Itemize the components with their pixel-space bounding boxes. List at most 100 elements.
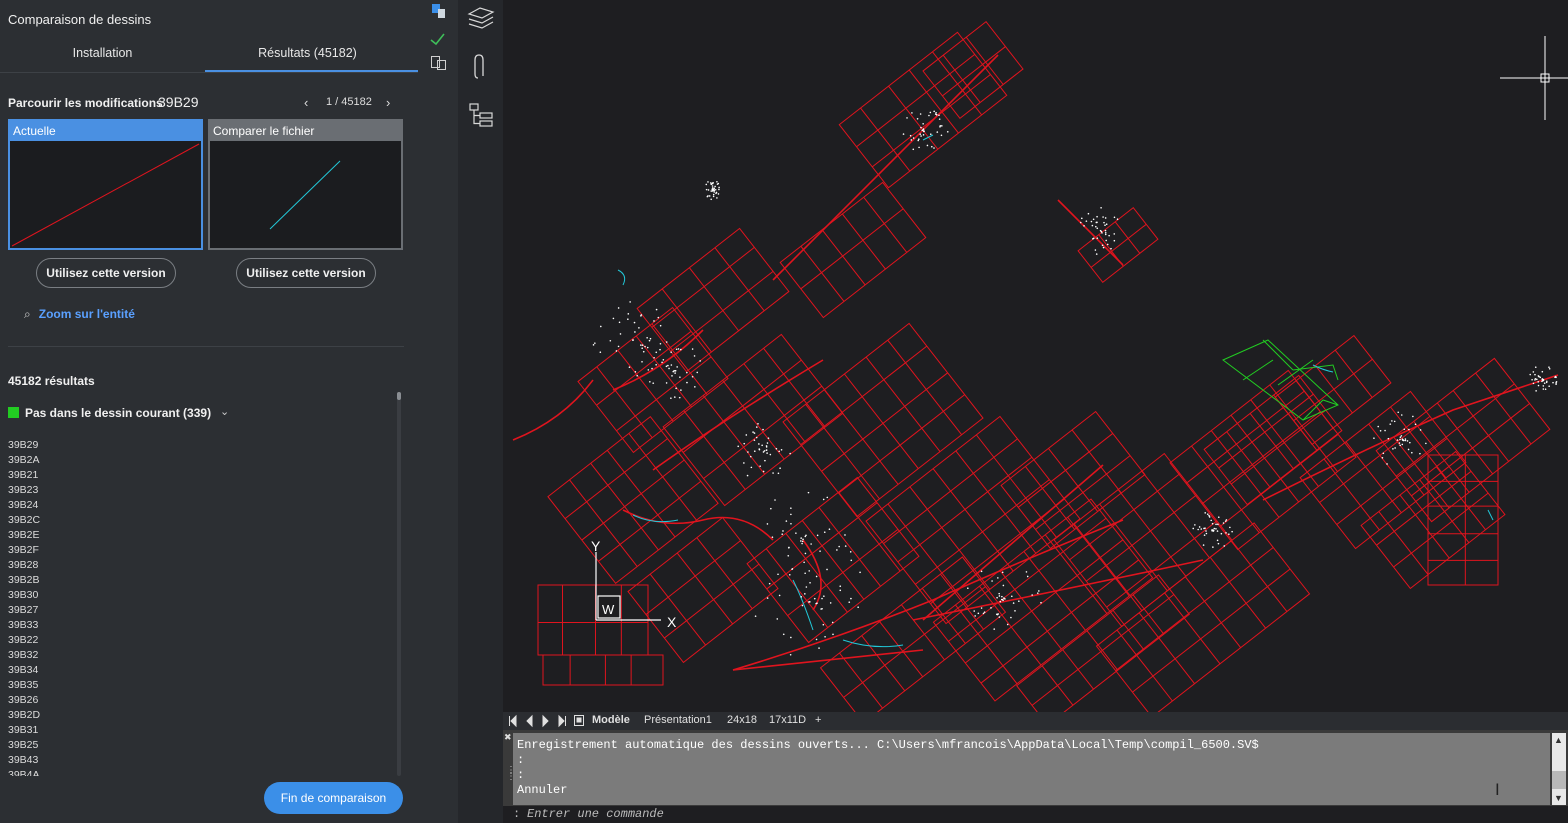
detail-point <box>1085 220 1088 222</box>
scrollbar-thumb[interactable] <box>397 392 401 400</box>
detail-point <box>713 191 716 193</box>
detail-point <box>779 467 781 470</box>
detail-point <box>1411 451 1413 454</box>
detail-point <box>755 436 758 439</box>
detail-point <box>1408 428 1410 431</box>
detail-point <box>766 523 769 525</box>
detail-point <box>662 359 665 361</box>
detail-point <box>805 534 807 537</box>
list-item[interactable]: 39B21 <box>8 468 388 483</box>
layout-tab-24x18[interactable]: 24x18 <box>727 714 757 726</box>
parcel-block <box>1274 334 1392 446</box>
layout-tab-presentation1[interactable]: Présentation1 <box>644 714 712 726</box>
list-item[interactable]: 39B33 <box>8 618 388 633</box>
list-item[interactable]: 39B30 <box>8 588 388 603</box>
detail-point <box>919 113 922 115</box>
swap-drawings-icon[interactable] <box>432 4 445 18</box>
list-item[interactable]: 39B2D <box>8 708 388 723</box>
previous-tab-icon[interactable] <box>526 714 533 728</box>
list-item[interactable]: 39B43 <box>8 753 388 768</box>
command-history-scrollbar[interactable]: ▲ ▼ <box>1552 733 1566 805</box>
previous-change-button[interactable]: ‹ <box>304 95 308 110</box>
detail-point <box>636 374 638 377</box>
scrollbar-thumb[interactable] <box>1552 771 1566 789</box>
detail-point <box>929 111 932 114</box>
detail-point <box>665 341 668 343</box>
group-not-in-current[interactable]: Pas dans le dessin courant (339) <box>8 406 211 420</box>
detail-point <box>801 540 804 543</box>
next-change-button[interactable]: › <box>386 95 390 110</box>
command-history-line: : <box>517 753 525 767</box>
list-item[interactable]: 39B2A <box>8 453 388 468</box>
command-input[interactable]: : Entrer une commande <box>503 806 1568 823</box>
detail-point <box>771 536 774 538</box>
list-item[interactable]: 39B31 <box>8 723 388 738</box>
result-list-scrollbar[interactable] <box>397 392 401 776</box>
chevron-down-icon[interactable]: ⌄ <box>220 405 229 418</box>
use-compare-version-button[interactable]: Utilisez cette version <box>236 258 376 288</box>
list-item[interactable]: 39B32 <box>8 648 388 663</box>
detail-point <box>1096 215 1098 218</box>
detail-point <box>838 545 840 548</box>
finish-comparison-button[interactable]: Fin de comparaison <box>264 782 403 814</box>
detail-point <box>920 126 922 129</box>
detail-point <box>850 559 853 562</box>
zoom-entity-link[interactable]: ⌕ Zoom sur l'entité <box>24 307 135 322</box>
structure-tree-icon[interactable] <box>469 103 493 127</box>
detail-point <box>634 371 637 373</box>
detail-point <box>679 376 681 378</box>
list-item[interactable]: 39B29 <box>8 438 388 453</box>
list-item[interactable]: 39B2C <box>8 513 388 528</box>
preview-entity-line <box>269 160 341 230</box>
detail-point <box>782 530 784 532</box>
detail-point <box>657 316 660 319</box>
export-report-icon[interactable] <box>431 56 446 70</box>
detail-point <box>921 129 924 132</box>
detail-point <box>1105 239 1107 242</box>
preview-compare[interactable]: Comparer le fichier <box>208 119 403 250</box>
list-item[interactable]: 39B28 <box>8 558 388 573</box>
list-item[interactable]: 39B4A <box>8 768 388 776</box>
detail-point <box>1090 220 1093 223</box>
list-item[interactable]: 39B26 <box>8 693 388 708</box>
preview-current[interactable]: Actuelle <box>8 119 203 250</box>
list-item[interactable]: 39B34 <box>8 663 388 678</box>
next-tab-icon[interactable] <box>542 714 549 728</box>
tab-installation[interactable]: Installation <box>0 46 205 60</box>
detail-point <box>859 571 861 574</box>
cyan-entity <box>617 269 626 286</box>
list-item[interactable]: 39B22 <box>8 633 388 648</box>
layout-tab-17x11d[interactable]: 17x11D <box>769 714 806 726</box>
list-item[interactable]: 39B2F <box>8 543 388 558</box>
attachments-icon[interactable] <box>474 54 484 79</box>
layout-tab-model[interactable]: Modèle <box>592 714 630 726</box>
tab-menu-icon[interactable] <box>574 715 584 726</box>
use-current-version-button[interactable]: Utilisez cette version <box>36 258 176 288</box>
detail-point <box>922 128 925 130</box>
detail-point <box>800 596 803 598</box>
list-item[interactable]: 39B25 <box>8 738 388 753</box>
list-item[interactable]: 39B35 <box>8 678 388 693</box>
detail-point <box>998 595 1001 597</box>
list-item[interactable]: 39B27 <box>8 603 388 618</box>
detail-point <box>1225 519 1228 521</box>
scroll-down-icon[interactable]: ▼ <box>1554 793 1563 803</box>
drawing-viewport[interactable]: Y X W <box>503 0 1568 726</box>
scroll-up-icon[interactable]: ▲ <box>1554 735 1563 745</box>
close-icon[interactable]: ✖ <box>504 732 512 743</box>
last-tab-icon[interactable] <box>558 714 566 728</box>
detail-point <box>667 364 669 367</box>
add-layout-button[interactable]: + <box>815 714 821 726</box>
first-tab-icon[interactable] <box>509 714 517 728</box>
layers-icon[interactable] <box>467 7 495 29</box>
detail-point <box>1220 532 1223 535</box>
detail-point <box>647 369 650 371</box>
check-icon[interactable] <box>430 33 445 46</box>
list-item[interactable]: 39B2B <box>8 573 388 588</box>
tab-results[interactable]: Résultats (45182) <box>205 46 410 60</box>
list-item[interactable]: 39B23 <box>8 483 388 498</box>
parcel-block <box>1000 410 1146 550</box>
list-item[interactable]: 39B24 <box>8 498 388 513</box>
list-item[interactable]: 39B2E <box>8 528 388 543</box>
detail-point <box>832 633 834 636</box>
